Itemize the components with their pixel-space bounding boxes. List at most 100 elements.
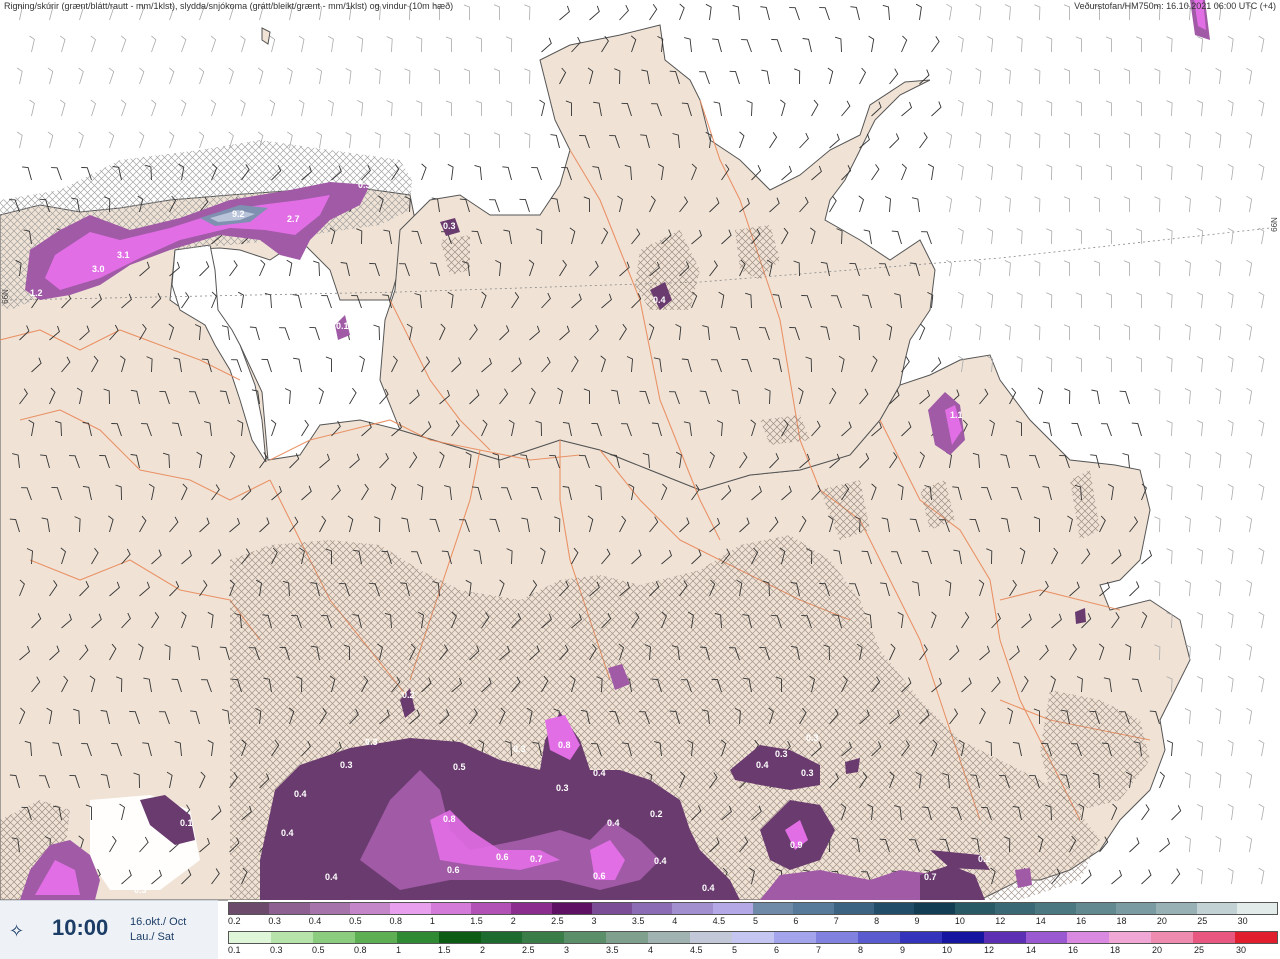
legend-swatch [648,932,691,943]
legend-label: 20 [1156,916,1167,926]
map-title: Rigning/skúrir (grænt/blátt/rautt - mm/1… [4,1,454,11]
legend-swatch [712,903,754,914]
precip-value-label: 0.7 [530,854,543,864]
precip-value-label: 1.1 [950,410,963,420]
latitude-label-right: 66N [1270,217,1280,232]
precip-value-label: 2.7 [287,214,300,224]
precip-value-label: 0.4 [653,295,666,305]
legend-swatch [396,932,439,943]
legend-label: 12 [995,916,1006,926]
legend-swatch [1196,903,1237,914]
legend-swatch [229,932,271,943]
forecast-date-line1: 16.okt./ Oct [130,916,187,928]
legend-swatch [564,932,607,943]
legend-swatch [1193,932,1236,943]
precip-value-label: 0.3 [806,733,819,743]
precip-value-label: 0.3 [775,749,788,759]
legend-label: 18 [1116,916,1127,926]
legend-swatch [1035,903,1076,914]
precip-value-label: 0.6 [496,852,509,862]
legend-label: 30 [1236,945,1247,955]
legend-label: 0.1 [228,945,241,955]
precip-value-label: 0.3 [134,885,147,895]
legend-swatch [732,932,774,943]
legend-swatch [229,903,270,914]
legend-label: 0.5 [349,916,362,926]
legend-swatch [312,932,355,943]
legend-snow: 0.2 0.3 0.4 0.5 0.8 1 1.5 2 2.5 3 3.5 4 4.5 5 6 7 8 9 10 12… [228,900,1280,929]
legend-label: 0.4 [308,916,322,926]
precip-value-label: 1.2 [30,288,43,298]
precip-value-label: 0.3 [513,744,526,754]
legend-label: 0.8 [354,945,367,955]
legend-swatch [753,903,794,914]
legend-swatch [1109,932,1152,943]
forecast-time-box: ✧ 10:00 16.okt./ Oct Lau./ Sat [0,900,218,959]
legend-label: 9 [914,916,920,926]
precip-value-label: 0.4 [325,872,338,882]
legend-label: 7 [816,945,822,955]
legend-swatch [1115,903,1157,914]
legend-swatch [390,903,431,914]
legend-label: 25 [1194,945,1205,955]
legend-label: 0.8 [389,916,403,926]
precip-value-label: 3.1 [117,250,130,260]
legend-label: 0.5 [312,945,325,955]
precip-value-label: 0.4 [593,768,606,778]
legend-swatch [606,932,649,943]
precip-value-label: 0.8 [443,814,456,824]
legend-swatch [773,932,816,943]
precip-value-label: 0.1 [336,321,349,331]
legend-rain-swatches [228,931,1278,944]
precip-value-label: 0.4 [756,760,769,770]
legend-swatch [793,903,834,914]
legend-label: 25 [1197,916,1208,926]
precip-value-label: 3.0 [92,264,105,274]
legend-swatch [511,903,552,914]
precip-value-label: 0.2 [402,690,415,700]
legend-swatch [591,903,633,914]
legend-label: 2.5 [522,945,535,955]
legend-swatch [1075,903,1116,914]
legend-rain: 0.1 0.3 0.5 0.8 1 1.5 2 2.5 3 3.5 4 4.5 5 6 7 8 9 10 12 14 1… [228,929,1280,958]
legend-swatch [269,903,310,914]
legend-swatch [1151,932,1194,943]
legend-label: 4 [648,945,654,955]
forecast-date-line2: Lau./ Sat [130,931,175,943]
weather-map[interactable]: 0.3 9.2 2.7 3.1 3.0 1.2 0.3 0.4 0.1 1.1 0.2 0.3 0.3 0… [0,0,1280,958]
precip-value-label: 0.4 [294,789,307,799]
legend-label: 16 [1068,945,1079,955]
legend-label: 1 [396,945,402,955]
legend-label: 7 [833,916,839,926]
legend-swatch [874,903,915,914]
legend-label: 10 [942,945,953,955]
precip-value-label: 0.2 [650,809,663,819]
legend-label: 3 [564,945,570,955]
legend-swatch [672,903,713,914]
clock-icon: ✧ [9,921,25,941]
precip-value-label: 0.3 [358,180,371,190]
legend-swatch [914,903,955,914]
legend-swatch [632,903,673,914]
legend-label: 3.5 [631,916,645,926]
legend-swatch [983,932,1026,943]
legend-label: 20 [1152,945,1163,955]
legend-label: 10 [954,916,965,926]
precip-value-label: 0.8 [558,740,571,750]
legend-swatch [857,932,900,943]
precip-value-label: 0.1 [180,818,193,828]
legend-label: 4.5 [690,945,703,955]
legend-swatch [994,903,1036,914]
legend-label: 8 [874,916,880,926]
legend-label: 6 [793,916,799,926]
legend-label: 0.2 [228,916,241,926]
precip-value-label: 0.2 [978,854,991,864]
legend-swatch [954,903,995,914]
legend-label: 0.3 [270,945,283,955]
legend-label: 14 [1026,945,1037,955]
legend-label: 2.5 [551,916,564,926]
precip-value-label: 9.2 [232,209,245,219]
legend-label: 8 [858,945,864,955]
legend-snow-labels: 0.2 0.3 0.4 0.5 0.8 1 1.5 2 2.5 3 3.5 4 4.5 5 6 7 8 9 10 12… [228,916,1278,928]
legend-label: 9 [900,945,906,955]
